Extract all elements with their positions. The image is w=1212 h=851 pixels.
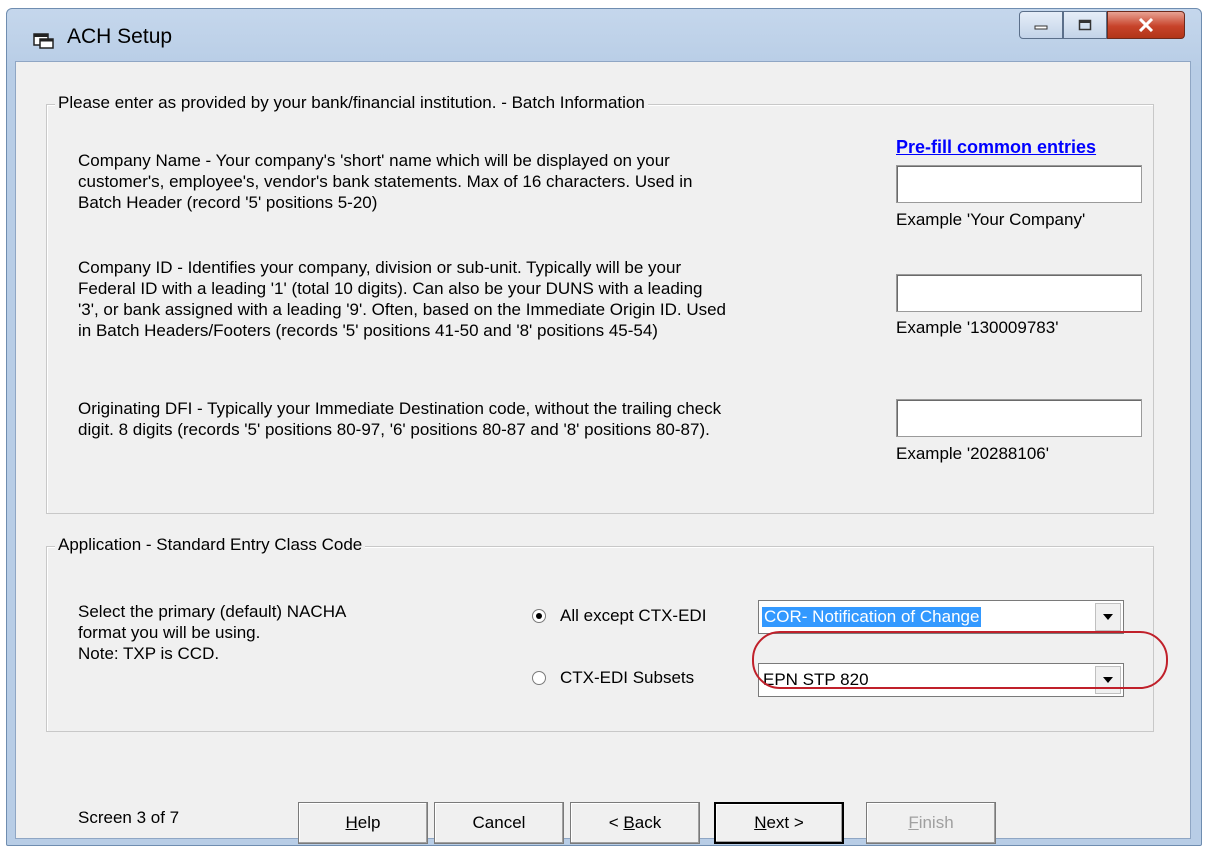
company-id-input[interactable] [896,274,1142,312]
company-name-description: Company Name - Your company's 'short' na… [78,150,692,213]
radio-button-checked[interactable] [532,609,546,623]
radio-button-unchecked[interactable] [532,671,546,685]
radio-all-except-ctx[interactable]: All except CTX-EDI [532,606,706,626]
cancel-label: Cancel [472,813,526,832]
sec-description: Select the primary (default) NACHA forma… [78,601,346,664]
help-button[interactable]: Help [298,802,428,844]
sec-code-combo[interactable]: COR- Notification of Change [758,600,1124,634]
caption-buttons [1019,11,1185,41]
company-name-desc-line: Batch Header (record '5' positions 5-20) [78,193,378,212]
company-name-desc-line: Company Name - Your company's 'short' na… [78,151,670,170]
cancel-button[interactable]: Cancel [434,802,564,844]
sec-desc-line: Note: TXP is CCD. [78,644,220,663]
ctx-subset-combo[interactable]: EPN STP 820 [758,663,1124,697]
sec-desc-line: format you will be using. [78,623,261,642]
ctx-subset-dropdown-button[interactable] [1095,666,1121,694]
radio-ctx-edi-subsets[interactable]: CTX-EDI Subsets [532,668,694,688]
finish-accel: F [908,813,919,832]
company-name-example: Example 'Your Company' [896,210,1086,229]
back-label: ack [634,813,662,832]
company-id-desc-line: '3', or bank assigned with a leading '9'… [78,300,727,319]
finish-label: inish [918,813,954,832]
close-icon [1138,18,1154,32]
next-button[interactable]: Next > [714,802,844,844]
ctx-subset-combo-value: EPN STP 820 [763,670,869,689]
sec-code-combo-value: COR- Notification of Change [762,607,982,627]
batch-group-title: Please enter as provided by your bank/fi… [55,93,648,113]
sec-group-title: Application - Standard Entry Class Code [55,535,366,555]
company-name-input[interactable] [896,165,1142,203]
next-label: ext > [766,813,804,832]
screen-indicator: Screen 3 of 7 [78,808,180,827]
app-window-icon [33,33,54,49]
finish-button: Finish [866,802,996,844]
radio-all-label: All except CTX-EDI [560,606,707,625]
prefill-common-entries-link[interactable]: Pre-fill common entries [896,137,1096,158]
back-prefix: < [608,813,624,832]
help-accel: H [345,813,358,832]
company-id-example: Example '130009783' [896,318,1059,337]
originating-dfi-input[interactable] [896,399,1142,437]
radio-ctx-label: CTX-EDI Subsets [560,668,695,687]
maximize-button[interactable] [1063,11,1107,39]
originating-dfi-desc-line: Originating DFI - Typically your Immedia… [78,399,722,418]
title-bar[interactable]: ACH Setup [7,9,1201,61]
back-accel: B [623,813,635,832]
sec-code-dropdown-button[interactable] [1095,603,1121,631]
company-id-description: Company ID - Identifies your company, di… [78,257,726,341]
originating-dfi-desc-line: digit. 8 digits (records '5' positions 8… [78,420,710,439]
originating-dfi-example: Example '20288106' [896,444,1049,463]
company-id-desc-line: Federal ID with a leading '1' (total 10 … [78,279,703,298]
minimize-button[interactable] [1019,11,1063,39]
dialog-client-area: Please enter as provided by your bank/fi… [15,61,1191,844]
window-title: ACH Setup [67,25,173,48]
dropdown-arrow-icon [1103,614,1113,620]
ach-setup-window: ACH Setup Please enter as provided by yo… [6,8,1202,846]
minimize-icon [1034,25,1048,30]
company-name-desc-line: customer's, employee's, vendor's bank st… [78,172,693,191]
sec-desc-line: Select the primary (default) NACHA [78,602,347,621]
company-id-desc-line: Company ID - Identifies your company, di… [78,258,682,277]
help-label: elp [357,813,381,832]
next-accel: N [754,813,767,832]
originating-dfi-description: Originating DFI - Typically your Immedia… [78,398,721,440]
dropdown-arrow-icon [1103,677,1113,683]
back-button[interactable]: < Back [570,802,700,844]
maximize-icon [1078,19,1092,31]
close-button[interactable] [1107,11,1185,39]
company-id-desc-line: in Batch Headers/Footers (records '5' po… [78,321,658,340]
